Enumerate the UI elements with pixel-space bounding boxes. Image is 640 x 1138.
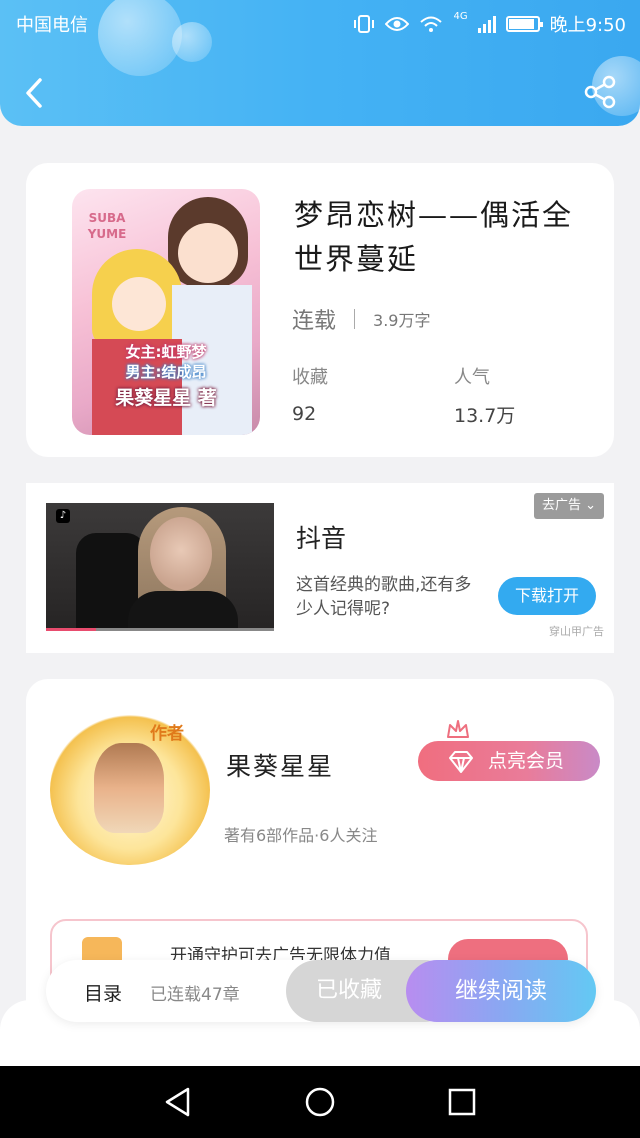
body-shape <box>128 591 238 631</box>
chevron-down-icon: ⌄ <box>585 498 596 513</box>
author-stats: 著有6部作品·6人关注 <box>224 826 378 845</box>
status-icons: 4G 晚上9:50 <box>353 11 626 37</box>
tiktok-icon: ♪ <box>56 509 70 523</box>
ad-source: 穿山甲广告 <box>549 625 604 638</box>
stat-label-collect: 收藏 <box>292 367 328 388</box>
cover-hero: 男主:结成昂 <box>125 363 207 381</box>
share-button[interactable] <box>582 74 618 110</box>
crown-icon <box>447 720 469 738</box>
back-button[interactable] <box>18 74 52 112</box>
video-progress <box>46 628 274 631</box>
cover-author: 果葵星星 著 <box>115 387 217 409</box>
clock: 晚上9:50 <box>549 15 626 36</box>
bottom-action-bar: 目录 已连载47章 已收藏 继续阅读 <box>46 960 596 1022</box>
status-bar: 中国电信 4G 晚上9:50 <box>0 0 640 44</box>
ad-card[interactable]: ♪ 抖音 这首经典的歌曲,还有多少人记得呢? 去广告 ⌄ 下载打开 穿山甲广告 <box>26 483 614 653</box>
cover-subtitle: SUBA <box>88 211 126 225</box>
face-shape <box>150 517 212 591</box>
author-name[interactable]: 果葵星星 <box>226 747 334 783</box>
signal-icon <box>477 15 496 33</box>
eye-icon <box>385 17 410 31</box>
toc-button[interactable]: 目录 <box>84 979 122 1006</box>
network-type: 4G <box>453 11 468 22</box>
nav-back-icon[interactable] <box>162 1086 194 1118</box>
diamond-icon <box>449 751 473 773</box>
nav-recents-icon[interactable] <box>446 1086 478 1118</box>
cover-heroine: 女主:虹野梦 <box>125 343 207 361</box>
header: 中国电信 4G 晚上9:50 <box>0 0 640 126</box>
remove-ad-button[interactable]: 去广告 ⌄ <box>533 493 604 519</box>
ad-description: 这首经典的歌曲,还有多少人记得呢? <box>296 575 472 619</box>
stat-label-popularity: 人气 <box>454 367 490 388</box>
battery-icon <box>505 16 543 32</box>
author-avatar[interactable]: 作者 <box>50 715 210 865</box>
word-count: 3.9万字 <box>373 311 431 330</box>
avatar-tag: 作者 <box>150 724 184 744</box>
ad-title: 抖音 <box>296 524 347 553</box>
system-nav-bar <box>0 1066 640 1138</box>
cover-girl-face <box>112 277 166 331</box>
remove-ad-label: 去广告 <box>541 498 581 513</box>
wifi-icon <box>420 16 443 32</box>
book-meta: 连载 3.9万字 <box>292 303 430 335</box>
ad-video-thumbnail[interactable]: ♪ <box>46 503 274 631</box>
stat-value-collect: 92 <box>292 403 317 425</box>
continue-reading-button[interactable]: 继续阅读 <box>406 960 596 1022</box>
serial-status: 连载 <box>292 309 337 334</box>
vibrate-icon <box>354 15 375 33</box>
book-title: 梦昂恋树——偶活全世界蔓延 <box>294 198 574 276</box>
divider <box>354 309 356 329</box>
cover-subtitle: YUME <box>87 227 127 241</box>
chapter-count[interactable]: 已连载47章 <box>150 980 240 1005</box>
carrier-label: 中国电信 <box>16 15 88 36</box>
book-info-card: SUBA YUME 女主:虹野梦 男主:结成昂 果葵星星 著 梦昂恋树——偶活全… <box>26 163 614 457</box>
download-open-button[interactable]: 下载打开 <box>498 577 596 615</box>
nav-home-icon[interactable] <box>304 1086 336 1118</box>
avatar-character <box>94 743 164 833</box>
stat-value-popularity: 13.7万 <box>454 405 516 427</box>
book-cover[interactable]: SUBA YUME 女主:虹野梦 男主:结成昂 果葵星星 著 <box>72 189 260 435</box>
